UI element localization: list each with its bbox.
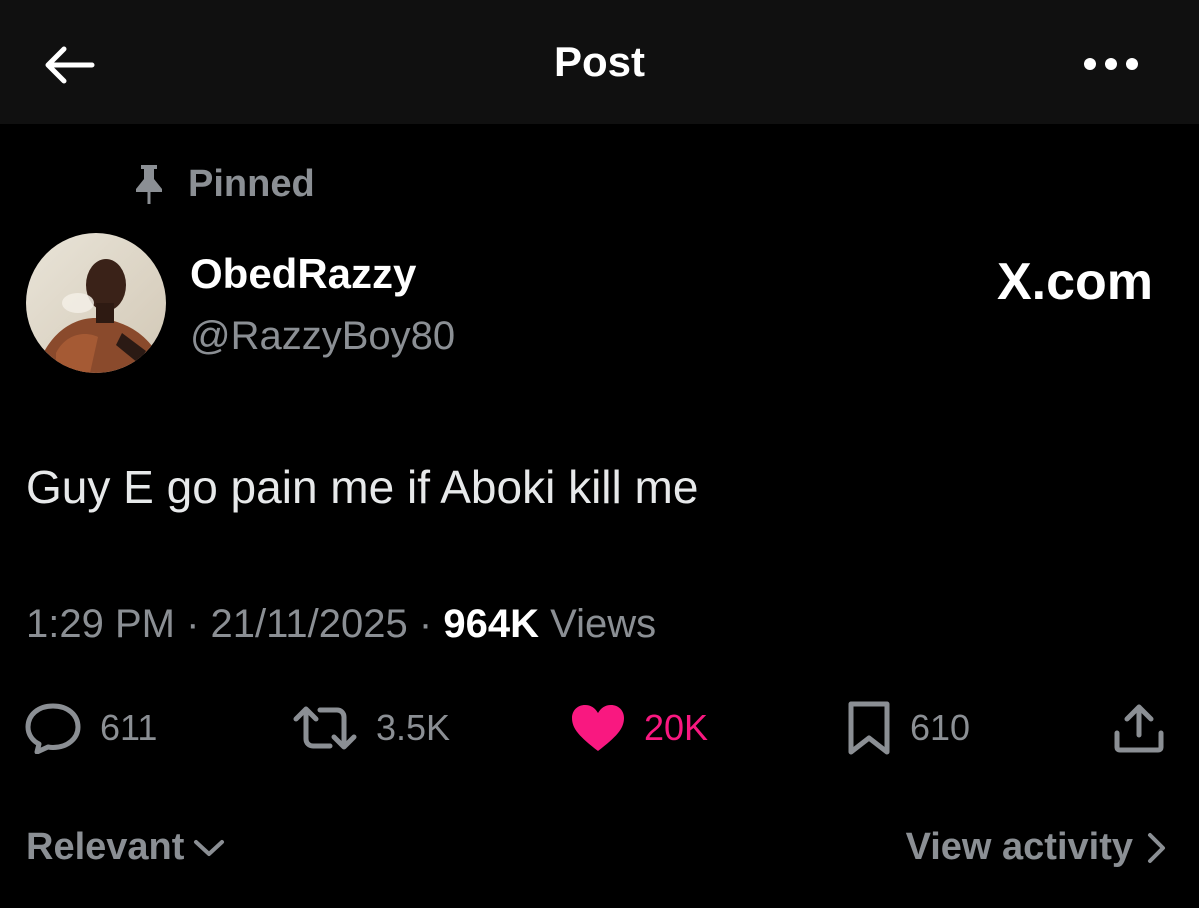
more-options-button[interactable] [1076, 44, 1146, 84]
post-time[interactable]: 1:29 PM [26, 602, 175, 646]
meta-separator: · [418, 602, 433, 646]
post-date[interactable]: 21/11/2025 [211, 602, 408, 646]
bookmark-button[interactable]: 610 [846, 700, 970, 756]
views-label: Views [550, 602, 657, 646]
pinned-label: Pinned [188, 162, 315, 205]
chevron-down-icon [194, 839, 225, 856]
bookmark-count: 610 [910, 707, 971, 748]
pin-icon [136, 165, 162, 204]
meta-separator: · [186, 602, 200, 646]
post-metadata: 1:29 PM · 21/11/2025 · 964K Views [26, 602, 656, 647]
reply-icon [25, 703, 81, 754]
share-icon [1114, 704, 1164, 753]
author-handle[interactable]: @RazzyBoy80 [190, 314, 455, 359]
source-watermark: X.com [996, 253, 1153, 311]
reply-button[interactable]: 611 [24, 700, 157, 756]
views-count: 964K [443, 602, 539, 646]
reply-sort-dropdown[interactable]: Relevant [26, 826, 226, 869]
avatar[interactable] [26, 233, 166, 373]
post-text: Guy E go pain me if Aboki kill me [26, 461, 699, 513]
activity-label: View activity [905, 826, 1133, 868]
like-count: 20K [644, 707, 709, 748]
heart-filled-icon [572, 705, 624, 751]
pinned-indicator: Pinned [132, 162, 315, 206]
page-title: Post [553, 38, 645, 85]
share-button[interactable] [1112, 700, 1166, 756]
avatar-photo [26, 233, 166, 373]
reply-count: 611 [100, 707, 158, 748]
sort-label: Relevant [26, 826, 185, 868]
repost-count: 3.5K [376, 707, 451, 748]
view-activity-link[interactable]: View activity [906, 826, 1169, 869]
like-button[interactable]: 20K [570, 700, 708, 756]
author-display-name[interactable]: ObedRazzy [190, 250, 416, 298]
repost-icon [293, 706, 357, 750]
chevron-right-icon [1148, 832, 1165, 863]
bookmark-icon [848, 701, 890, 755]
repost-button[interactable]: 3.5K [292, 700, 450, 756]
top-app-bar: Post [0, 0, 1199, 124]
more-horizontal-icon [1084, 58, 1138, 70]
